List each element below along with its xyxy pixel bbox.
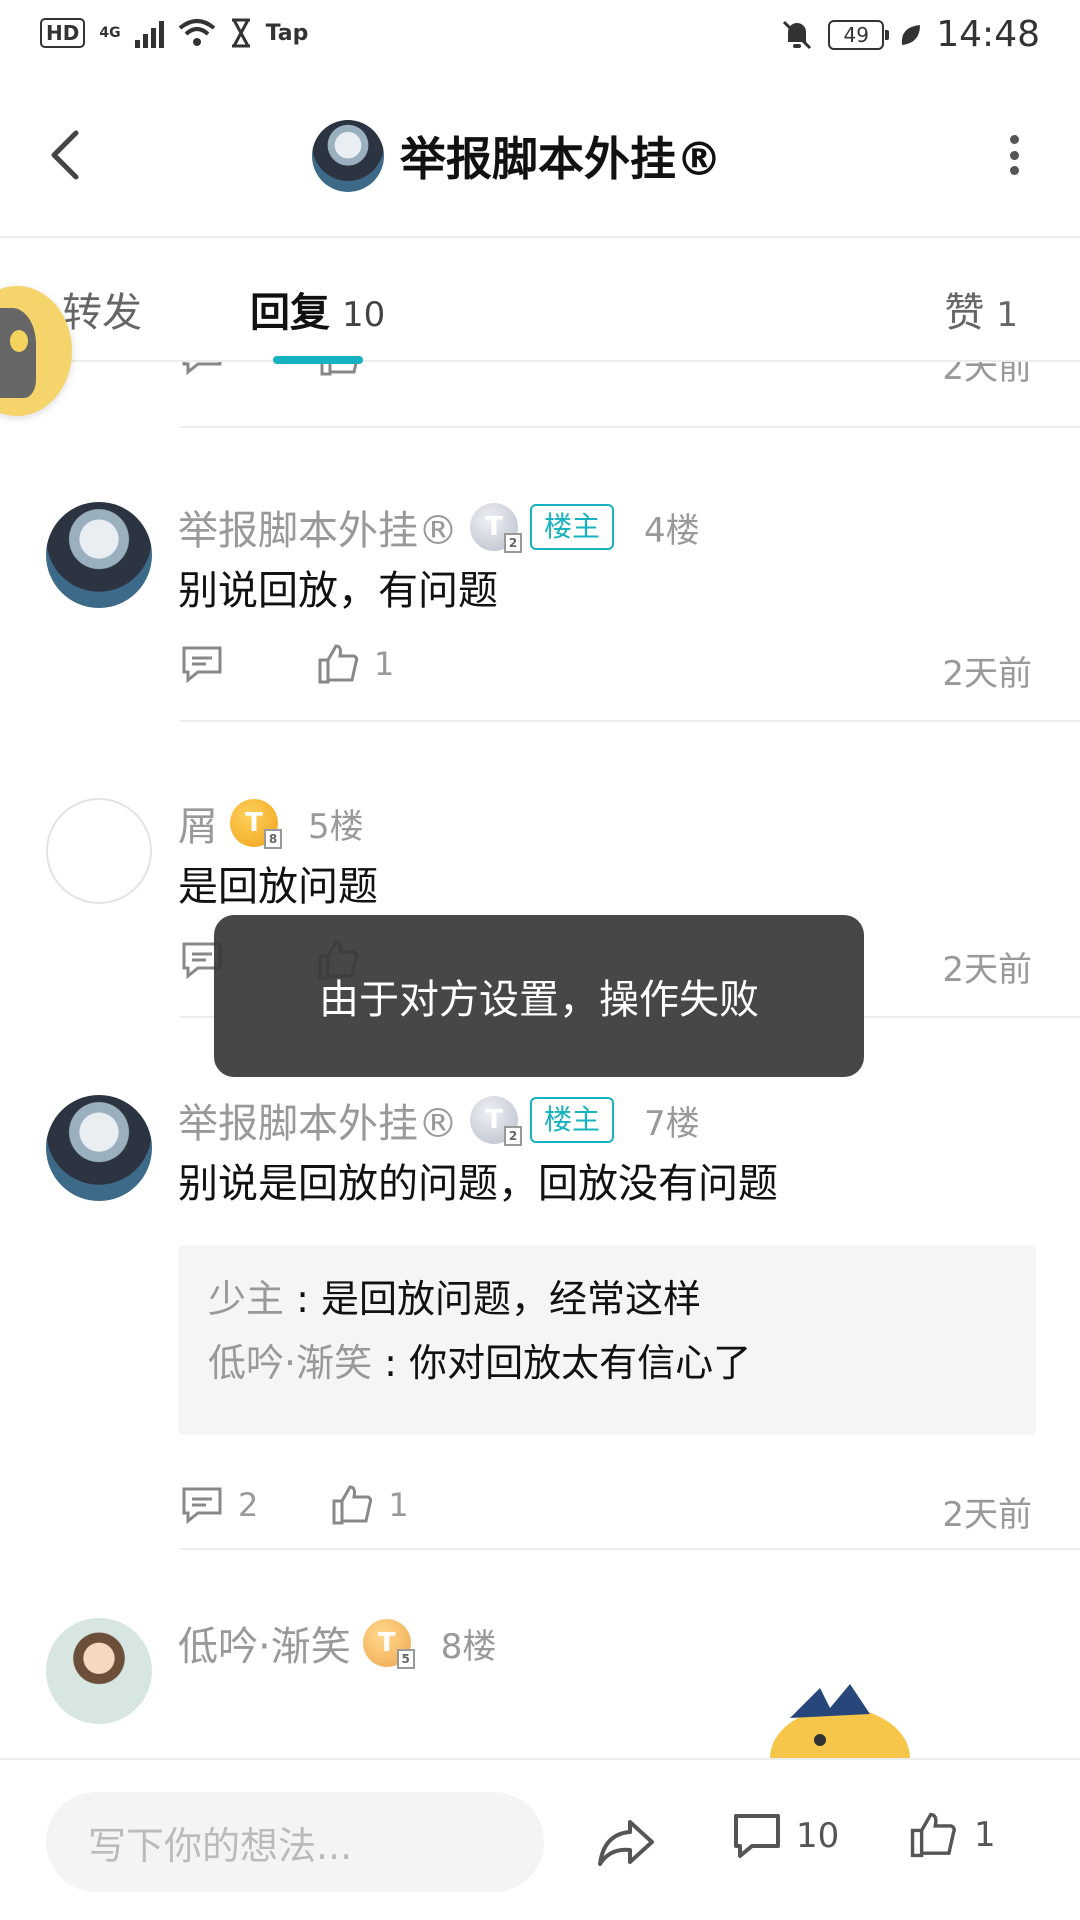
avatar[interactable] [46, 1618, 152, 1724]
level-badge: T2 [470, 503, 522, 553]
status-bar: HD 4G Tap 49 14:48 [0, 0, 1080, 75]
clock: 14:48 [936, 14, 1040, 55]
hourglass-icon [231, 18, 250, 48]
bottom-action-bar: 写下你的想法... 10 1 [0, 1758, 1080, 1920]
top-header: 举报脚本外挂® [0, 75, 1080, 238]
post-author[interactable]: 举报脚本外挂® [312, 120, 722, 192]
author-name[interactable]: 举报脚本外挂® [178, 1091, 458, 1149]
avatar[interactable] [46, 798, 152, 904]
list-item[interactable]: 低吟·渐笑 T5 8楼 [0, 1610, 1080, 1758]
comment-count-button[interactable]: 10 [732, 1812, 839, 1860]
tab-bar: 转发 回复 10 赞1 [0, 240, 1080, 364]
divider [180, 426, 1080, 428]
tab-like[interactable]: 赞1 [944, 280, 1018, 338]
divider [180, 1548, 1080, 1550]
comment-text: 是回放问题 [178, 864, 378, 910]
owner-tag: 楼主 [530, 504, 615, 550]
back-icon[interactable] [40, 125, 96, 185]
like-icon [318, 644, 359, 684]
avatar[interactable] [46, 1095, 152, 1201]
sticker-icon [770, 1684, 910, 1758]
author-name[interactable]: 屑 [178, 794, 218, 852]
level-badge: T5 [362, 1619, 415, 1669]
comment-text: 别说是回放的问题，回放没有问题 [178, 1161, 778, 1207]
timestamp: 2天前 [942, 950, 1032, 990]
sub-reply-box[interactable]: 少主 : 是回放问题，经常这样 低吟·渐笑 : 你对回放太有信心了 [178, 1245, 1036, 1435]
reply-button[interactable] [180, 644, 224, 684]
list-item[interactable]: 举报脚本外挂® T2 楼主 4楼 别说回放，有问题 1 2天前 [0, 494, 1080, 694]
network-type: 4G [99, 25, 121, 41]
level-badge: T8 [230, 799, 282, 849]
sub-reply: 少主 : 是回放问题，经常这样 [208, 1277, 701, 1321]
tab-repost[interactable]: 转发 [62, 280, 142, 338]
floor-number: 4楼 [644, 510, 700, 551]
like-icon [910, 1812, 956, 1858]
wifi-icon [178, 19, 215, 46]
battery-icon: 49 [828, 19, 890, 50]
timestamp: 2天前 [942, 360, 1032, 388]
comment-text: 别说回放，有问题 [178, 568, 498, 614]
like-button[interactable]: 1 [316, 644, 394, 684]
floor-number: 7楼 [644, 1103, 700, 1144]
leaf-icon [902, 24, 921, 45]
more-options-icon[interactable] [1008, 135, 1020, 175]
signal-icon [134, 18, 164, 48]
mute-bell-icon [783, 20, 812, 49]
like-button[interactable]: 1 [330, 1485, 409, 1525]
comment-icon[interactable] [180, 360, 224, 376]
timestamp: 2天前 [942, 654, 1032, 694]
divider [180, 720, 1080, 722]
share-icon[interactable] [596, 1816, 656, 1870]
sub-reply: 低吟·渐笑 : 你对回放太有信心了 [208, 1341, 752, 1385]
author-name[interactable]: 举报脚本外挂® [178, 498, 458, 556]
comment-input[interactable]: 写下你的想法... [46, 1792, 544, 1892]
comment-icon [182, 646, 222, 684]
list-item: 2天前 [0, 360, 1080, 430]
avatar[interactable] [312, 120, 384, 192]
owner-tag: 楼主 [530, 1097, 615, 1143]
like-count-button[interactable]: 1 [908, 1810, 996, 1860]
reply-button[interactable]: 2 [180, 1485, 258, 1525]
page-title: 举报脚本外挂® [400, 132, 722, 186]
comment-icon [182, 1487, 222, 1525]
hd-indicator: HD [40, 18, 86, 48]
like-icon [332, 1485, 373, 1525]
timestamp: 2天前 [942, 1495, 1032, 1535]
tap-icon: Tap [265, 20, 309, 46]
level-badge: T2 [470, 1096, 522, 1146]
floor-number: 5楼 [308, 806, 364, 847]
author-name[interactable]: 低吟·渐笑 [178, 1614, 351, 1672]
list-item[interactable]: 举报脚本外挂® T2 楼主 7楼 别说是回放的问题，回放没有问题 少主 : 是回… [0, 1087, 1080, 1587]
tab-reply[interactable]: 回复 10 [250, 280, 385, 338]
active-tab-indicator [273, 356, 363, 364]
floor-number: 8楼 [440, 1626, 497, 1667]
avatar[interactable] [46, 502, 152, 608]
comment-icon [734, 1814, 780, 1858]
toast-message: 由于对方设置，操作失败 [214, 915, 864, 1077]
